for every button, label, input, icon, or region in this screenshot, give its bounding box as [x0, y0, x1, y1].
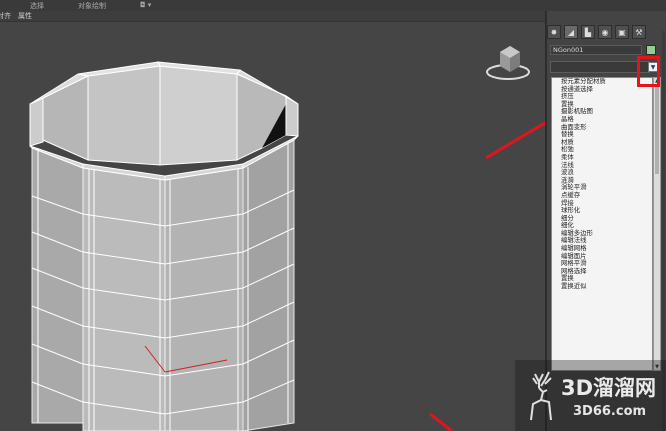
viewcube-icon	[486, 46, 530, 80]
annotation-highlight-box	[637, 56, 660, 87]
modifier-list-dropdown[interactable]	[550, 61, 650, 73]
perspective-viewport[interactable]	[0, 22, 545, 431]
tab-utilities[interactable]: ⚒	[632, 25, 646, 39]
modifier-list[interactable]: 按元素分配材质 按通道选择 挤压 置换 摄影机贴图 晶格 曲面变形 替换 材质 松弛 柔体 法线 波浪涟…	[551, 77, 653, 371]
deer-logo-icon	[530, 371, 552, 421]
watermark-url: 3D66.com	[573, 404, 647, 419]
modifier-list-item[interactable]: 置换近似	[552, 282, 652, 291]
watermark: 3D溜溜网 3D66.com	[515, 360, 666, 431]
object-name-field[interactable]: NGon001	[550, 45, 642, 55]
ribbon-subbar: 对齐 属性	[0, 11, 545, 22]
motion-icon: ◉	[601, 27, 609, 37]
modifier-list-scrollbar[interactable]: ▲ ▼	[653, 77, 661, 371]
modify-icon: ◢	[567, 27, 575, 37]
hierarchy-icon: ▙	[584, 27, 592, 37]
menu-dropdown-icon[interactable]: ◘ ▾	[140, 1, 151, 9]
tab-create[interactable]: ✸	[547, 25, 561, 39]
display-icon: ▣	[618, 27, 626, 37]
ngon-tube-mesh	[29, 46, 545, 431]
create-icon: ✸	[550, 27, 558, 37]
menu-object-paint[interactable]: 对象绘制	[78, 1, 106, 11]
object-color-swatch[interactable]	[646, 45, 656, 55]
menu-select[interactable]: 选择	[30, 1, 44, 11]
align-tab[interactable]: 对齐	[0, 11, 11, 21]
utilities-icon: ⚒	[635, 27, 643, 37]
watermark-title: 3D溜溜网	[561, 376, 657, 400]
scrollbar-thumb[interactable]	[655, 86, 659, 174]
tab-display[interactable]: ▣	[615, 25, 629, 39]
properties-tab[interactable]: 属性	[18, 11, 32, 21]
annotation-arrow-bottom	[429, 412, 453, 431]
tab-hierarchy[interactable]: ▙	[581, 25, 595, 39]
annotation-arrow	[485, 121, 545, 160]
tab-motion[interactable]: ◉	[598, 25, 612, 39]
tab-modify[interactable]: ◢	[564, 25, 578, 39]
command-panel-tabs: ✸ ◢ ▙ ◉ ▣ ⚒	[547, 25, 666, 41]
